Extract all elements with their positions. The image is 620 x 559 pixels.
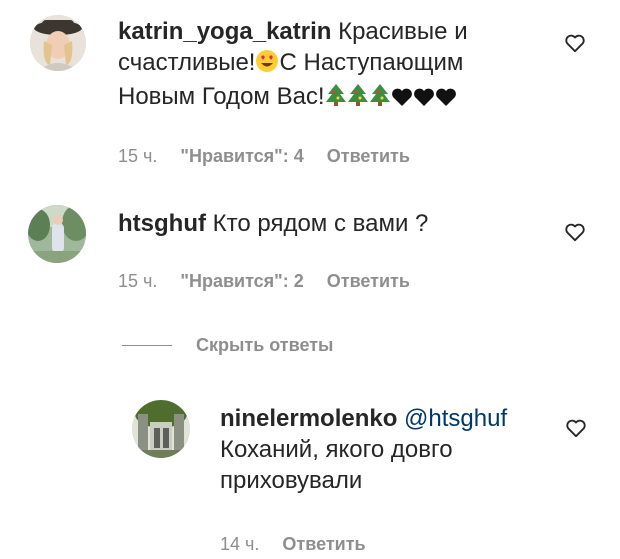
reply-time[interactable]: 14 ч. (220, 534, 259, 554)
heart-eyes-emoji-icon (255, 49, 279, 81)
comment-likes[interactable]: "Нравится": 4 (180, 146, 303, 166)
avatar-photo (30, 15, 86, 71)
reply-button[interactable]: Ответить (282, 534, 365, 554)
comment-text: htsghuf Кто рядом с вами ? (118, 210, 429, 237)
like-heart-icon[interactable] (565, 418, 587, 438)
black-heart-icon (391, 84, 413, 115)
avatar[interactable] (28, 205, 86, 263)
hide-replies-button[interactable]: Скрыть ответы (196, 335, 333, 356)
replies-divider (122, 345, 172, 346)
reply-mention[interactable]: @htsghuf (404, 405, 507, 432)
comment-username[interactable]: katrin_yoga_katrin (118, 18, 331, 45)
black-heart-icon (435, 84, 457, 115)
christmas-tree-icon (325, 83, 347, 115)
comment-time[interactable]: 15 ч. (118, 146, 157, 166)
avatar-photo (132, 400, 190, 458)
black-heart-icon (413, 84, 435, 115)
reply-username[interactable]: ninelermolenko (220, 405, 397, 432)
comment-meta: 15 ч. "Нравится": 2 Ответить (118, 271, 428, 292)
reply-meta: 14 ч. Ответить (220, 534, 384, 555)
comment-username[interactable]: htsghuf (118, 210, 206, 237)
comment-meta: 15 ч. "Нравится": 4 Ответить (118, 146, 428, 167)
like-heart-icon[interactable] (564, 33, 586, 53)
avatar[interactable] (30, 15, 86, 71)
christmas-tree-icon (347, 83, 369, 115)
reply-button[interactable]: Ответить (327, 146, 410, 166)
like-heart-icon[interactable] (564, 222, 586, 242)
reply-text: ninelermolenko @htsghuf Коханий, якого д… (220, 405, 508, 494)
comment-likes[interactable]: "Нравится": 2 (180, 271, 303, 291)
avatar[interactable] (132, 400, 190, 458)
comment-text: katrin_yoga_katrin Красивые и счастливые… (118, 16, 518, 115)
avatar-photo (28, 205, 86, 263)
comment-time[interactable]: 15 ч. (118, 271, 157, 291)
reply-button[interactable]: Ответить (327, 271, 410, 291)
christmas-tree-icon (369, 83, 391, 115)
